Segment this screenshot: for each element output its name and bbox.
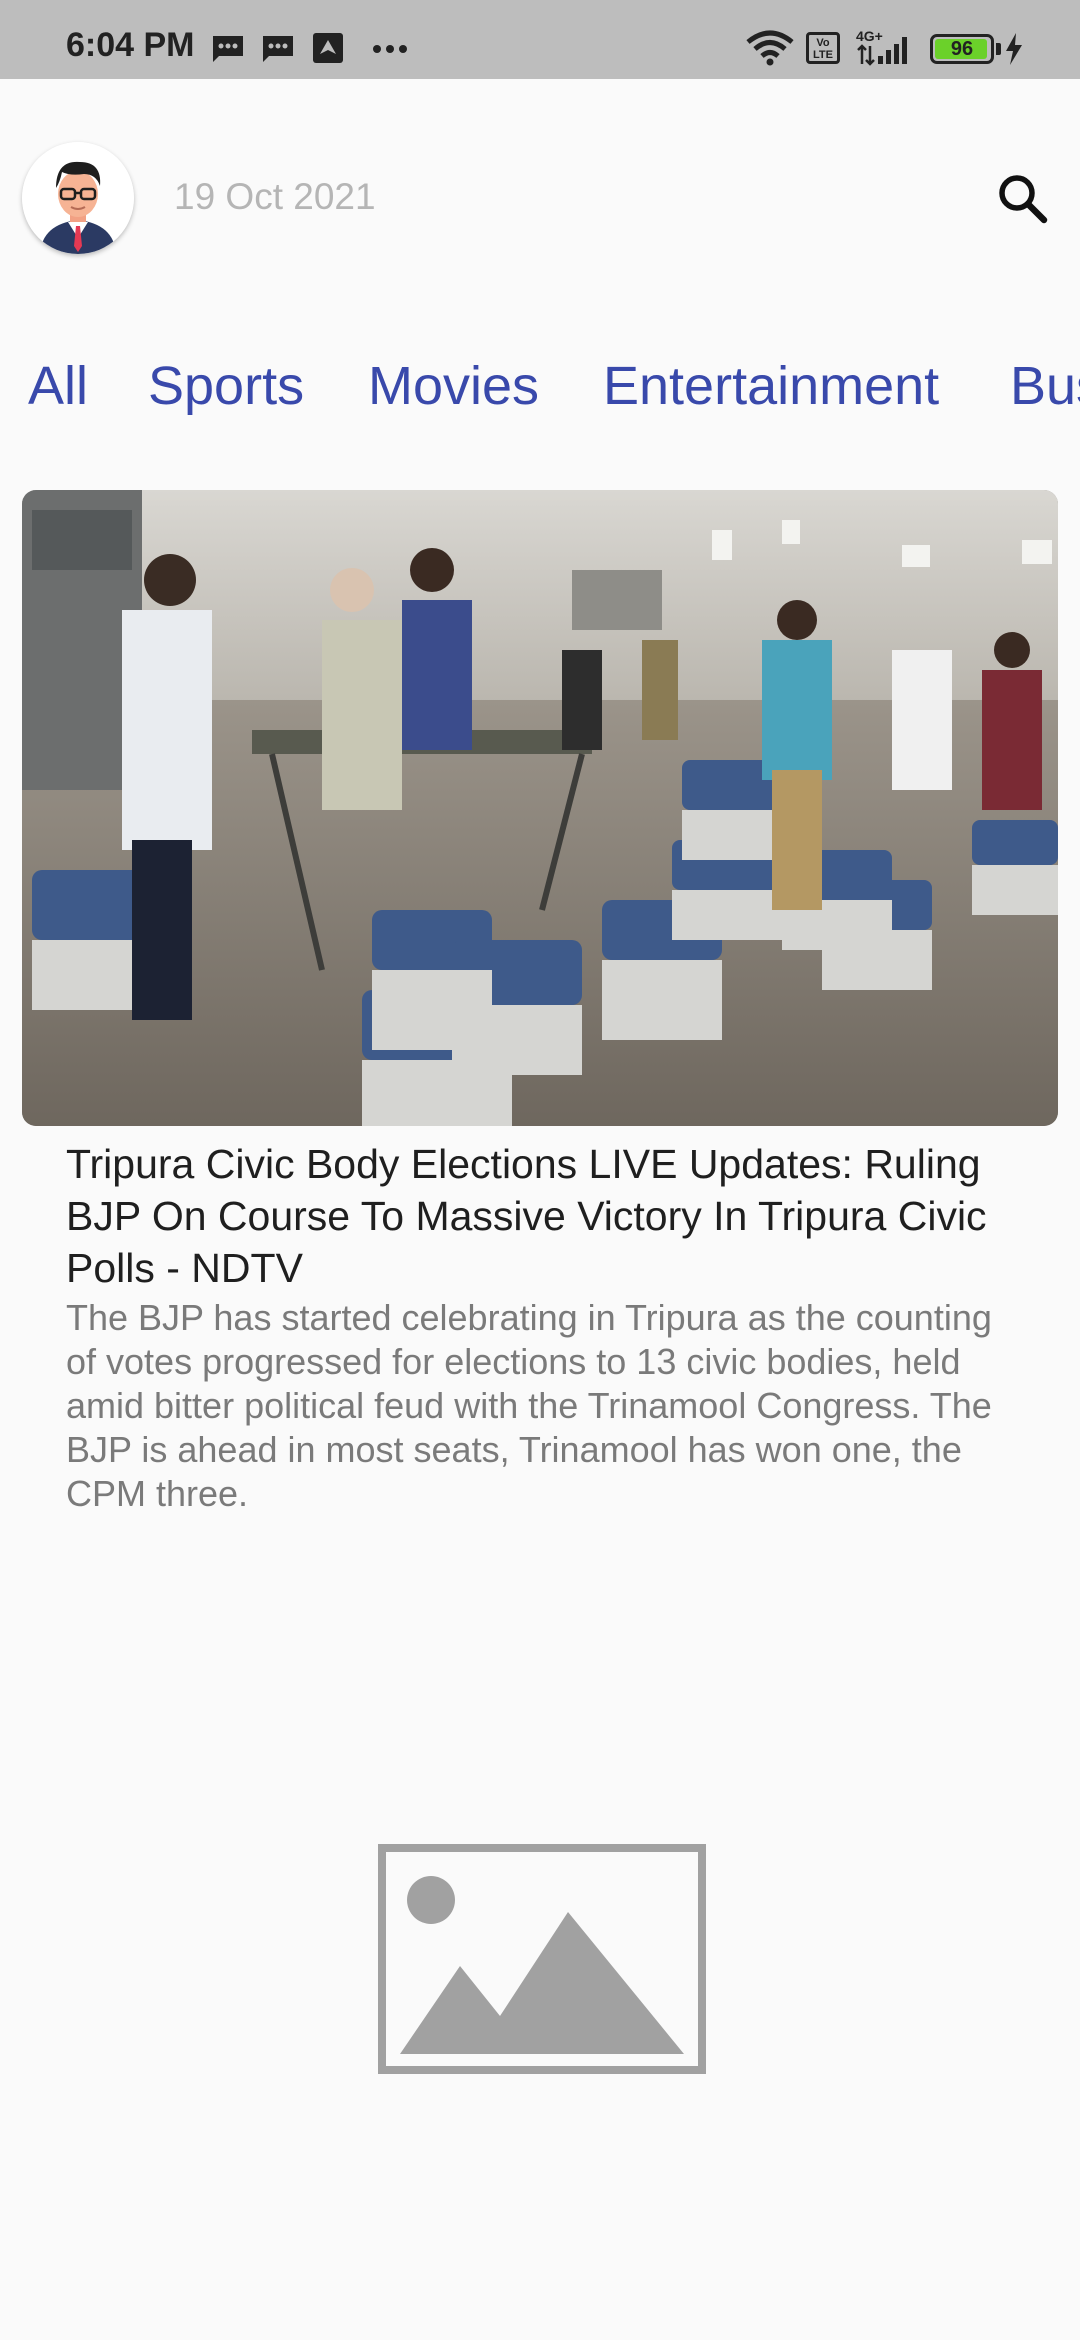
article-image[interactable] [22, 490, 1058, 1126]
tab-entertainment[interactable]: Entertainment [603, 355, 939, 417]
tab-sports[interactable]: Sports [148, 355, 304, 417]
more-icon [373, 45, 407, 53]
image-placeholder-icon [378, 1844, 706, 2074]
volte-label: Vo LTE [813, 37, 833, 61]
article-title[interactable]: Tripura Civic Body Elections LIVE Update… [66, 1138, 1026, 1294]
signal-4g-icon [857, 37, 907, 66]
status-bar: 6:04 PM Vo LTE 4G+ 96 [0, 0, 1080, 79]
tab-business[interactable]: Business [1010, 355, 1080, 417]
tab-movies[interactable]: Movies [368, 355, 539, 417]
image-placeholder [378, 1844, 706, 2074]
message-icon [213, 36, 243, 62]
battery-level: 96 [950, 38, 974, 60]
status-time: 6:04 PM [66, 26, 195, 64]
category-tabs: All Sports Movies Entertainment Business [0, 355, 1080, 425]
header-date: 19 Oct 2021 [174, 176, 376, 217]
message-icon [263, 36, 293, 62]
charging-icon [1006, 33, 1022, 65]
tab-all[interactable]: All [28, 355, 88, 417]
volte-icon: Vo LTE [806, 32, 840, 64]
navigation-icon [313, 33, 343, 63]
battery-cap [996, 43, 1001, 55]
avatar[interactable] [22, 142, 134, 254]
article-description: The BJP has started celebrating in Tripu… [66, 1297, 992, 1514]
election-photo [22, 490, 1058, 1126]
battery-icon: 96 [930, 34, 994, 64]
search-button[interactable] [992, 168, 1054, 230]
avatar-icon [22, 142, 134, 254]
wifi-icon [746, 30, 794, 66]
search-icon [999, 175, 1048, 224]
